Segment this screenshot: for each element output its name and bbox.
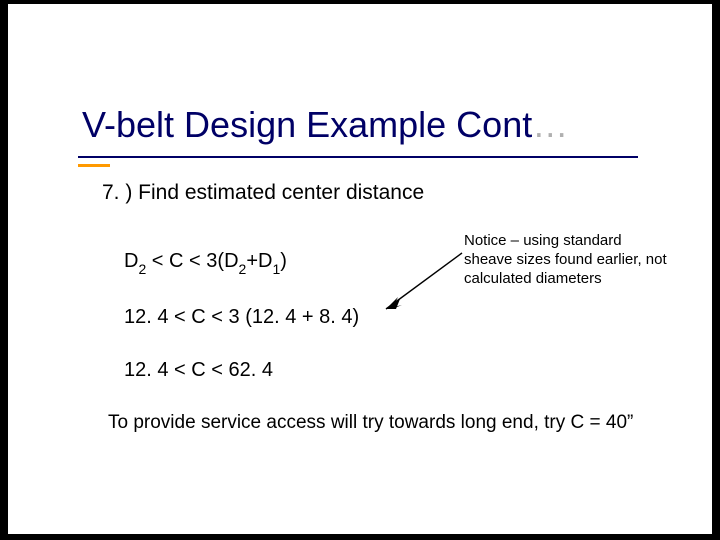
equation-symbolic: D2 < C < 3(D2+D1) <box>124 250 287 275</box>
title-ellipsis: … <box>532 104 568 145</box>
eq1-mid: < C < 3(D <box>146 250 238 272</box>
arrow-icon <box>376 247 466 317</box>
closing-inch: ” <box>627 412 633 433</box>
title-main: V-belt Design Example Cont <box>82 104 532 145</box>
eq1-mid2: +D <box>246 250 272 272</box>
equation-result: 12. 4 < C < 62. 4 <box>124 359 273 382</box>
annotation-note: Notice – using standard sheave sizes fou… <box>464 232 674 288</box>
slide-title: V-belt Design Example Cont… <box>82 104 568 146</box>
closing-line: To provide service access will try towar… <box>108 412 627 433</box>
step-heading: 7. ) Find estimated center distance <box>102 179 672 206</box>
title-underline <box>78 156 638 158</box>
closing-text: To provide service access will try towar… <box>108 411 668 436</box>
title-accent <box>78 164 110 167</box>
eq1-sub3: 1 <box>272 261 280 277</box>
eq1-post: ) <box>280 250 287 272</box>
eq1-sub2: 2 <box>239 261 247 277</box>
eq1-pre: D <box>124 250 138 272</box>
slide: V-belt Design Example Cont… 7. ) Find es… <box>8 4 712 534</box>
eq1-sub1: 2 <box>138 261 146 277</box>
equation-numeric: 12. 4 < C < 3 (12. 4 + 8. 4) <box>124 306 359 329</box>
